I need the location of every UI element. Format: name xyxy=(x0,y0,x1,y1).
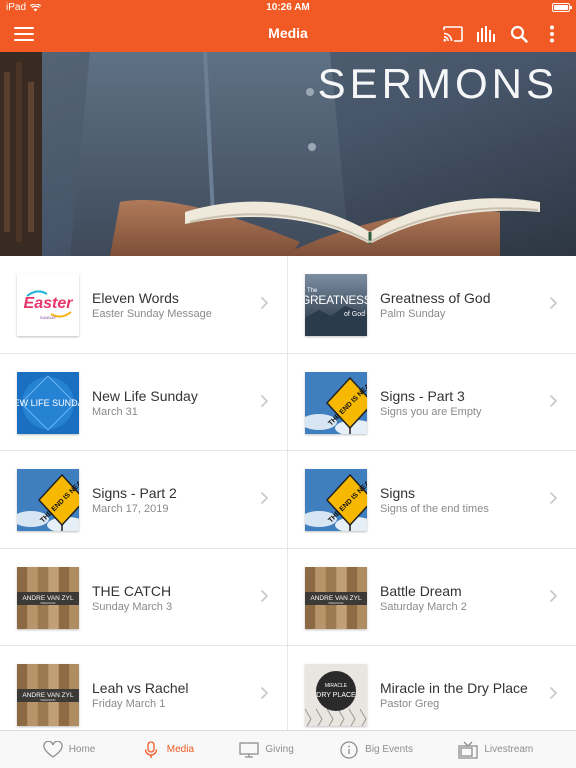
sermon-thumbnail: ANDRE VAN ZYL WEEKEND xyxy=(17,664,79,726)
nav-bar: Media xyxy=(0,16,576,52)
sermon-subtitle: Signs you are Empty xyxy=(380,405,482,418)
monitor-icon xyxy=(239,741,260,759)
cast-icon[interactable] xyxy=(442,24,464,44)
tab-home[interactable]: Home xyxy=(43,740,96,759)
chevron-right-icon xyxy=(549,491,558,505)
menu-icon[interactable] xyxy=(14,24,34,44)
svg-text:WEEKEND: WEEKEND xyxy=(328,601,344,605)
sermon-title: Miracle in the Dry Place xyxy=(380,680,528,696)
status-right xyxy=(552,3,572,12)
tab-label: Livestream xyxy=(484,744,534,755)
sermon-title: Eleven Words xyxy=(92,290,179,306)
chevron-right-icon xyxy=(260,686,269,700)
sermon-thumbnail: THE END IS NEAR xyxy=(305,469,367,531)
sermon-thumbnail: THE END IS NEAR xyxy=(305,371,367,434)
sermon-item[interactable]: NEW LIFE SUNDAY New Life SundayMarch 31 xyxy=(0,353,288,451)
sermon-thumbnail: MIRACLE DRY PLACE xyxy=(305,664,367,726)
microphone-icon xyxy=(141,740,161,759)
tv-icon xyxy=(458,741,479,759)
tab-giving[interactable]: Giving xyxy=(239,741,294,759)
tab-livestream[interactable]: Livestream xyxy=(458,741,533,759)
svg-text:of God: of God xyxy=(344,311,365,318)
sermon-subtitle: Signs of the end times xyxy=(380,503,489,515)
sermon-item[interactable]: TheGREATNESSof GodGreatness of GodPalm S… xyxy=(288,256,576,354)
sermon-title: New Life Sunday xyxy=(92,387,198,404)
sermon-thumbnail: ANDRE VAN ZYL WEEKEND xyxy=(17,566,79,629)
chevron-right-icon xyxy=(260,491,269,505)
tab-big-events[interactable]: Big Events xyxy=(339,740,413,759)
sermon-thumbnail: THE END IS NEAR xyxy=(17,469,79,531)
tab-label: Media xyxy=(166,744,195,755)
svg-text:SUNDAY: SUNDAY xyxy=(40,315,57,320)
banner-title: SERMONS xyxy=(317,60,558,107)
chevron-right-icon xyxy=(549,394,558,407)
sermon-title: Signs xyxy=(380,485,416,501)
tab-media[interactable]: Media xyxy=(141,740,195,759)
sermon-subtitle: Friday March 1 xyxy=(92,698,166,710)
sermon-subtitle: Sunday March 3 xyxy=(92,600,173,613)
sermon-item[interactable]: THE END IS NEAR Signs - Part 3 Signs you a… xyxy=(288,354,576,451)
tab-bar: Home Media Giving Big Events Livestream xyxy=(0,730,576,768)
audio-bars-icon[interactable] xyxy=(475,24,497,44)
svg-text:NEW LIFE SUNDAY: NEW LIFE SUNDAY xyxy=(17,398,79,408)
svg-text:DRY PLACE: DRY PLACE xyxy=(316,692,356,699)
sermon-thumbnail: NEW LIFE SUNDAY xyxy=(17,371,79,434)
status-time: 10:26 AM xyxy=(266,2,310,13)
search-icon[interactable] xyxy=(508,24,530,44)
battery-icon xyxy=(552,3,572,12)
sermon-item[interactable]: ANDRE VAN ZYL WEEKEND Battle Dream Saturday… xyxy=(288,549,576,646)
chevron-right-icon xyxy=(260,296,269,310)
svg-text:MIRACLE: MIRACLE xyxy=(325,683,348,689)
svg-text:GREATNESS: GREATNESS xyxy=(305,293,367,307)
sermon-item[interactable]: MIRACLE DRY PLACE Miracle in the Dry Place… xyxy=(288,646,576,730)
chevron-right-icon xyxy=(260,589,269,602)
sermon-thumbnail: ANDRE VAN ZYL WEEKEND xyxy=(305,566,367,629)
chevron-right-icon xyxy=(260,394,269,407)
sermon-subtitle: Palm Sunday xyxy=(380,308,446,320)
heart-icon xyxy=(43,740,63,759)
sermon-subtitle: March 31 xyxy=(92,405,138,418)
sermon-item[interactable]: THE END IS NEAR Signs - Part 2 March 17, 2… xyxy=(0,451,288,549)
info-icon xyxy=(339,740,359,759)
sermon-subtitle: Easter Sunday Message xyxy=(92,308,212,320)
tab-label: Home xyxy=(68,744,96,755)
svg-text:WEEKEND: WEEKEND xyxy=(40,698,56,702)
chevron-right-icon xyxy=(549,686,558,700)
svg-text:Easter: Easter xyxy=(24,295,74,312)
sermon-title: THE CATCH xyxy=(92,582,172,599)
sermon-item[interactable]: ANDRE VAN ZYL WEEKEND THE CATCH Sunday Marc… xyxy=(0,548,288,646)
more-vertical-icon[interactable] xyxy=(541,24,563,44)
sermon-title: Signs - Part 2 xyxy=(92,485,177,501)
sermon-title: Battle Dream xyxy=(380,582,462,599)
sermon-title: Signs - Part 3 xyxy=(380,387,465,404)
sermon-item[interactable]: ANDRE VAN ZYL WEEKEND Leah vs Rachel Friday… xyxy=(0,646,288,730)
sermon-subtitle: Pastor Greg xyxy=(380,698,440,710)
status-bar: iPad 10:26 AM xyxy=(0,0,576,16)
sermon-title: Greatness of God xyxy=(380,290,491,306)
sermon-subtitle: March 17, 2019 xyxy=(92,503,169,515)
sermon-thumbnail: TheGREATNESSof God xyxy=(305,274,367,336)
chevron-right-icon xyxy=(549,589,558,602)
sermon-thumbnail: Easter SUNDAY xyxy=(17,274,79,336)
chevron-right-icon xyxy=(549,296,558,310)
tab-label: Big Events xyxy=(365,744,413,755)
sermons-banner[interactable]: SERMONS xyxy=(0,52,576,256)
sermon-item[interactable]: THE END IS NEAR Signs Signs of the end tim… xyxy=(288,451,576,549)
sermon-subtitle: Saturday March 2 xyxy=(380,600,467,613)
tab-label: Giving xyxy=(265,744,294,755)
sermon-grid: Easter SUNDAY Eleven Words Easter Sunday Me… xyxy=(0,256,576,730)
sermon-title: Leah vs Rachel xyxy=(92,680,189,696)
svg-text:WEEKEND: WEEKEND xyxy=(40,601,56,605)
sermon-item[interactable]: Easter SUNDAY Eleven Words Easter Sunday Me… xyxy=(0,256,288,354)
